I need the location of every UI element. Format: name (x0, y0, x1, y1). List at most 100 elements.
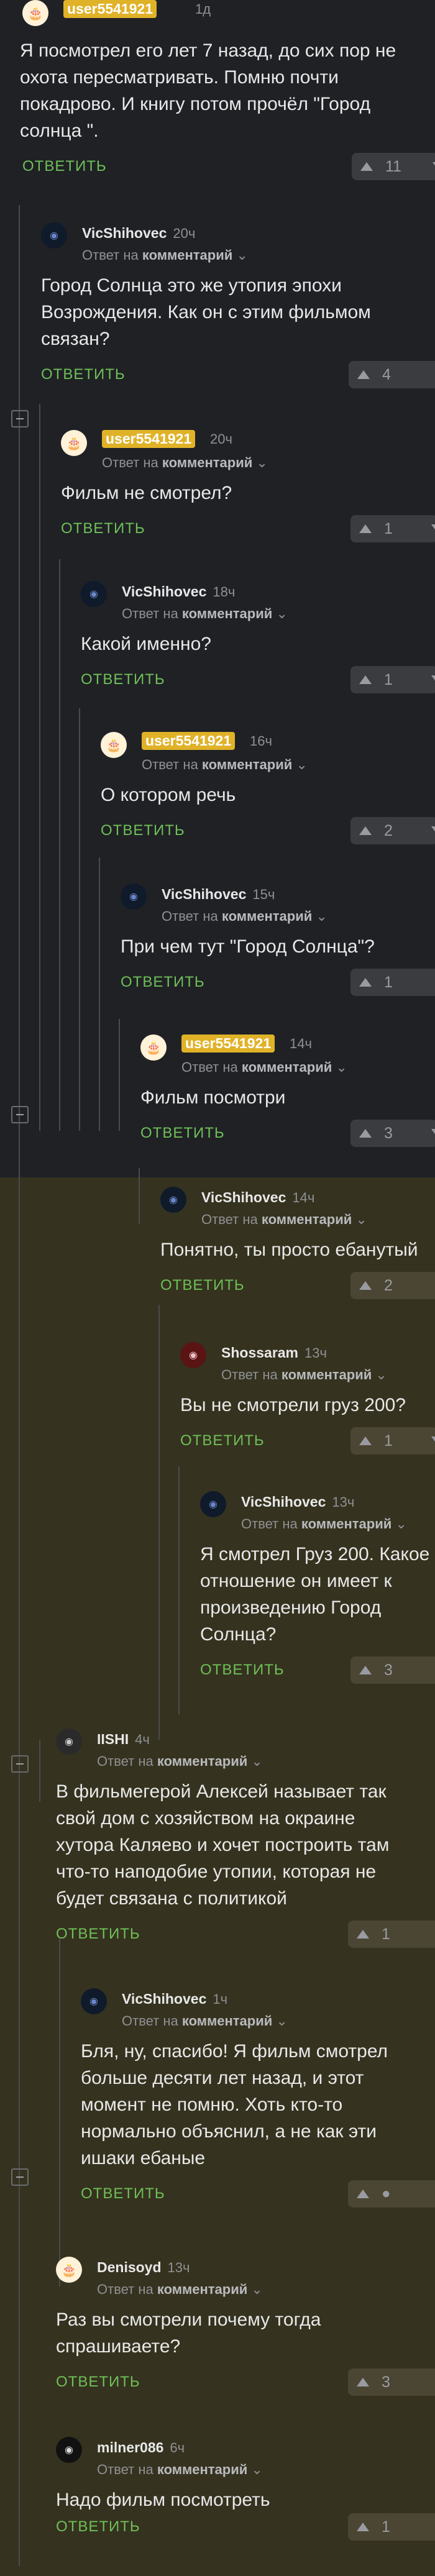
reply-button[interactable]: ОТВЕТИТЬ (56, 2518, 140, 2536)
vote-widget[interactable]: 2 (350, 817, 435, 844)
reply-button[interactable]: ОТВЕТИТЬ (61, 520, 145, 537)
reply-button[interactable]: ОТВЕТИТЬ (160, 1277, 245, 1294)
reply-to-link[interactable]: Ответ на комментарий ⌄ (241, 1516, 407, 1532)
author-name[interactable]: milner086 6ч (97, 2439, 185, 2456)
upvote-icon[interactable] (359, 978, 372, 987)
reply-button[interactable]: ОТВЕТИТЬ (81, 671, 165, 688)
downvote-icon[interactable] (431, 826, 435, 835)
vote-widget[interactable]: 1 (350, 666, 435, 693)
user-avatar-icon[interactable]: ◉ (81, 581, 107, 607)
vote-widget[interactable]: 2 (350, 1272, 435, 1299)
author-name[interactable]: VicShihovec 18ч (122, 583, 235, 600)
user-avatar-icon[interactable]: ◉ (121, 884, 147, 910)
user-avatar-icon[interactable]: ◉ (160, 1187, 186, 1213)
author-name[interactable]: Denisoyd 13ч (97, 2259, 190, 2276)
user-avatar-icon[interactable]: ◉ (41, 222, 67, 249)
downvote-icon[interactable] (431, 1129, 435, 1138)
reply-to-link[interactable]: Ответ на комментарий ⌄ (97, 2281, 263, 2298)
vote-widget[interactable]: 1 (350, 1427, 435, 1455)
cake-avatar-icon[interactable]: 🎂 (101, 732, 127, 758)
upvote-icon[interactable] (359, 1281, 372, 1290)
reply-to-link[interactable]: Ответ на комментарий ⌄ (201, 1212, 367, 1228)
cake-avatar-icon[interactable]: 🎂 (56, 2257, 82, 2283)
reply-button[interactable]: ОТВЕТИТЬ (101, 822, 185, 839)
downvote-icon[interactable] (431, 675, 435, 684)
comment-text: Надо фильм посмотреть (56, 2490, 270, 2510)
upvote-icon[interactable] (357, 2378, 369, 2386)
reply-to-link[interactable]: Ответ на комментарий ⌄ (162, 908, 327, 925)
author-name[interactable]: VicShihovec 13ч (241, 1494, 354, 1510)
vote-widget[interactable]: 1 (350, 515, 435, 542)
downvote-icon[interactable] (431, 524, 435, 533)
reply-to-link[interactable]: Ответ на комментарий ⌄ (221, 1367, 387, 1383)
reply-button[interactable]: ОТВЕТИТЬ (56, 2373, 140, 2391)
comment-time: 20ч (210, 431, 232, 447)
comment-time: 14ч (290, 1036, 312, 1051)
comment: ◉ VicShihovec 1ч Ответ на комментарий ⌄ Б… (81, 1988, 435, 2210)
upvote-icon[interactable] (359, 524, 372, 533)
reply-to-link[interactable]: Ответ на комментарий ⌄ (82, 247, 248, 263)
author-name[interactable]: user5541921 (102, 430, 196, 448)
rating-count: 3 (384, 1124, 393, 1142)
reply-to-link[interactable]: Ответ на комментарий ⌄ (102, 455, 268, 471)
upvote-icon[interactable] (359, 1129, 372, 1138)
vote-widget[interactable]: 3 (350, 1120, 435, 1147)
reply-button[interactable]: ОТВЕТИТЬ (180, 1432, 265, 1450)
user-avatar-icon[interactable]: ◉ (56, 1729, 82, 1755)
cake-avatar-icon[interactable]: 🎂 (140, 1035, 167, 1061)
reply-button[interactable]: ОТВЕТИТЬ (121, 974, 205, 991)
reply-to-link[interactable]: Ответ на комментарий ⌄ (181, 1059, 347, 1076)
rating-count: 1 (382, 1925, 390, 1943)
reply-to-link[interactable]: Ответ на комментарий ⌄ (142, 757, 308, 773)
upvote-icon[interactable] (359, 826, 372, 835)
reply-button[interactable]: ОТВЕТИТЬ (56, 1925, 140, 1943)
reply-button[interactable]: ОТВЕТИТЬ (200, 1661, 285, 1679)
reply-button[interactable]: ОТВЕТИТЬ (81, 2185, 165, 2203)
author-name[interactable]: user5541921 (142, 732, 236, 750)
author-name[interactable]: VicShihovec 1ч (122, 1991, 227, 2007)
user-avatar-icon[interactable]: ◉ (200, 1491, 226, 1517)
upvote-icon[interactable] (359, 1666, 372, 1674)
reply-to-link[interactable]: Ответ на комментарий ⌄ (97, 1753, 263, 1770)
cake-avatar-icon[interactable]: 🎂 (22, 0, 48, 26)
vote-widget[interactable]: 3 (350, 1656, 435, 1684)
reply-to-link[interactable]: Ответ на комментарий ⌄ (122, 606, 288, 622)
upvote-icon[interactable] (359, 1436, 372, 1445)
user-avatar-icon[interactable]: ◉ (180, 1342, 206, 1368)
vote-widget[interactable]: 1 (348, 2513, 435, 2541)
cake-avatar-icon[interactable]: 🎂 (61, 430, 87, 456)
vote-widget[interactable]: 11 (352, 153, 435, 180)
downvote-icon[interactable] (433, 162, 435, 171)
author-name[interactable]: user5541921 (63, 0, 157, 18)
comment-text: При чем тут "Город Солнца"? (121, 936, 375, 957)
comment-time: 1д (195, 1, 211, 17)
downvote-icon[interactable] (431, 1436, 435, 1445)
upvote-icon[interactable] (359, 675, 372, 684)
reply-to-link[interactable]: Ответ на комментарий ⌄ (122, 2013, 288, 2029)
upvote-icon[interactable] (357, 370, 370, 379)
comment-text: О котором речь (101, 785, 236, 805)
comment-text: Фильм посмотри (140, 1087, 286, 1108)
user-avatar-icon[interactable]: ◉ (56, 2437, 82, 2463)
author-name[interactable]: user5541921 (181, 1035, 275, 1053)
reply-button[interactable]: ОТВЕТИТЬ (41, 366, 126, 383)
author-name[interactable]: VicShihovec 20ч (82, 225, 195, 242)
vote-widget[interactable]: 1 (348, 1921, 435, 1948)
comment: ◉ VicShihovec 15ч Ответ на комментарий ⌄ … (121, 884, 435, 998)
vote-widget[interactable]: 3 (348, 2368, 435, 2396)
upvote-icon[interactable] (360, 162, 373, 171)
vote-widget[interactable]: ● (348, 2180, 435, 2208)
reply-button[interactable]: ОТВЕТИТЬ (22, 158, 107, 175)
upvote-icon[interactable] (357, 2523, 369, 2531)
upvote-icon[interactable] (357, 1930, 369, 1939)
author-name[interactable]: IISHI 4ч (97, 1731, 150, 1748)
reply-to-link[interactable]: Ответ на комментарий ⌄ (97, 2462, 263, 2478)
author-name[interactable]: VicShihovec 14ч (201, 1189, 314, 1206)
author-name[interactable]: Shossaram 13ч (221, 1345, 327, 1361)
vote-widget[interactable]: 1 (350, 969, 435, 996)
user-avatar-icon[interactable]: ◉ (81, 1988, 107, 2014)
reply-button[interactable]: ОТВЕТИТЬ (140, 1125, 225, 1142)
upvote-icon[interactable] (357, 2190, 369, 2198)
author-name[interactable]: VicShihovec 15ч (162, 886, 275, 903)
vote-widget[interactable]: 4 (349, 361, 435, 388)
